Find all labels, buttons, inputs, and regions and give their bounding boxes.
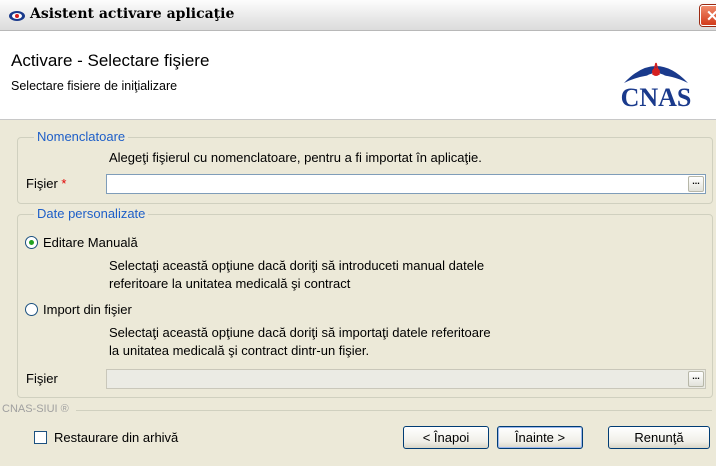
footer-brand: CNAS-SIUI ® [2,403,69,415]
close-icon[interactable]: ✕ [700,5,716,26]
title-bar[interactable]: Asistent activare aplicaţie ✕ [0,0,716,31]
import-description-1: Selectaţi această opţiune dacă doriţi să… [109,325,491,340]
cnas-logo-icon [9,11,25,21]
required-marker: * [61,176,67,191]
nomenclatoare-description: Alegeţi fişierul cu nomenclatoare, pentr… [109,150,482,165]
browse-nomenclatoare-button[interactable]: ... [688,176,704,192]
back-button[interactable]: < Înapoi [403,426,489,449]
window-title: Asistent activare aplicaţie [30,6,235,22]
next-button[interactable]: Înainte > [497,426,583,449]
nomenclatoare-file-label: Fişier * [26,176,66,191]
import-description-2: la unitatea medicală şi contract dintr-u… [109,343,370,358]
import-din-fisier-radio[interactable] [25,303,38,316]
logo-text: CNAS [620,83,692,112]
editare-manuala-label[interactable]: Editare Manuală [43,235,138,250]
wizard-header: Activare - Selectare fişiere Selectare f… [0,31,716,120]
restaurare-checkbox[interactable] [34,431,47,444]
file-label-text: Fişier [26,176,58,191]
cancel-button[interactable]: Renunţă [608,426,710,449]
page-subtitle: Selectare fisiere de iniţializare [11,79,178,93]
date-personalizate-legend: Date personalizate [34,206,149,221]
import-din-fisier-label[interactable]: Import din fişier [43,302,132,317]
radio-selected-dot [29,240,34,245]
footer-divider [76,410,712,411]
nomenclatoare-legend: Nomenclatoare [34,129,129,144]
wizard-window: Asistent activare aplicaţie ✕ Activare -… [0,0,716,466]
import-file-label: Fişier [26,371,58,386]
cnas-emblem-icon [624,62,688,83]
cnas-logo: CNAS [604,53,708,115]
browse-import-button[interactable]: ... [688,371,704,387]
editare-manuala-radio[interactable] [25,236,38,249]
import-file-input[interactable]: ... [106,369,706,389]
restaurare-label[interactable]: Restaurare din arhivă [54,430,178,445]
editare-manuala-description-1: Selectaţi această opţiune dacă doriţi să… [109,258,485,273]
editare-manuala-description-2: referitoare la unitatea medicală şi cont… [109,276,351,291]
nomenclatoare-file-input[interactable]: ... [106,174,706,194]
page-title: Activare - Selectare fişiere [11,51,210,70]
